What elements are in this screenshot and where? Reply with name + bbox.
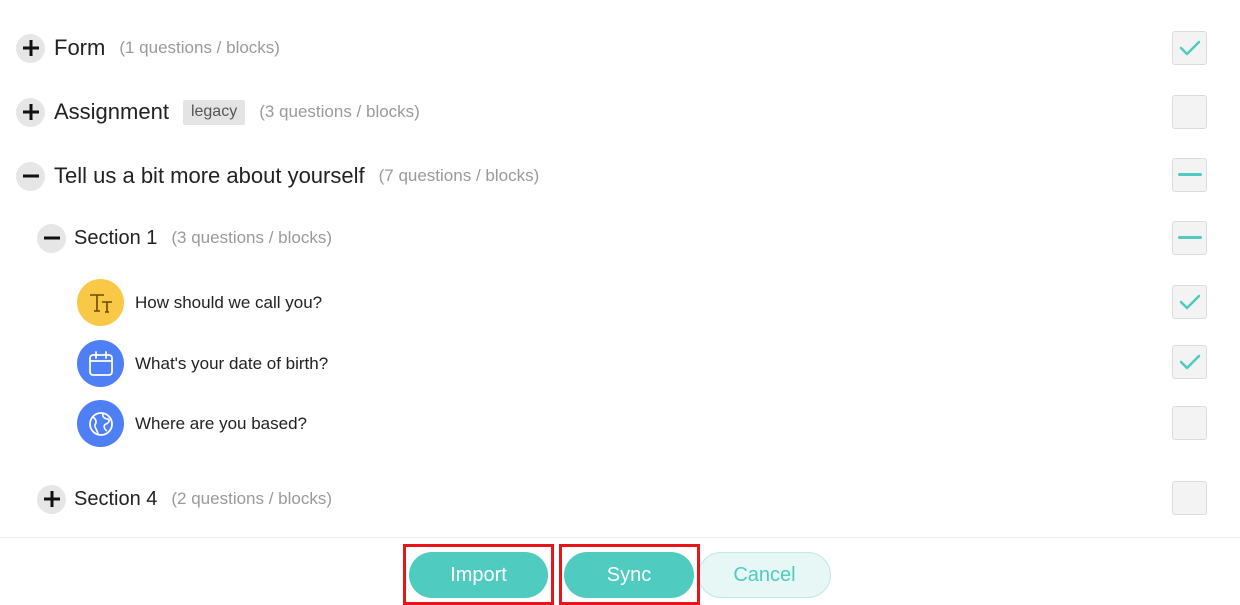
minus-icon [43,236,60,240]
highlight-box-sync [559,544,700,605]
question-row: What's your date of birth? [77,340,1240,387]
question-row: Where are you based? [77,400,1240,447]
checkbox-form[interactable] [1172,31,1207,65]
text-type-icon [77,279,124,326]
question-text: Where are you based? [135,413,307,433]
question-count: (7 questions / blocks) [378,166,540,185]
minus-icon [22,174,39,178]
section-title: Section 4 [74,487,158,510]
expand-toggle-section-4[interactable] [37,484,66,514]
checkbox-section-1[interactable] [1172,221,1207,255]
dialog-footer: Import Sync Cancel [0,537,1240,605]
legacy-badge: legacy [182,99,246,125]
checkbox-question-2[interactable] [1172,345,1207,379]
checkbox-question-3[interactable] [1172,406,1207,440]
checkbox-about[interactable] [1172,158,1207,192]
section-row-4: Section 4 (2 questions / blocks) [37,484,1240,514]
plus-icon [43,491,60,507]
question-count: (3 questions / blocks) [259,102,420,121]
question-text: What's your date of birth? [135,353,329,373]
checkbox-assignment[interactable] [1172,95,1207,129]
plus-icon [22,40,39,56]
partial-check-icon [1177,236,1202,239]
highlight-box-import [403,544,554,605]
check-icon [1179,354,1200,370]
expand-toggle-form[interactable] [16,33,45,63]
block-row-about: Tell us a bit more about yourself (7 que… [16,160,1240,192]
checkbox-section-4[interactable] [1172,481,1207,515]
cancel-button[interactable]: Cancel [698,552,831,598]
block-row-form: Form (1 questions / blocks) [16,32,1240,64]
question-count: (1 questions / blocks) [119,38,280,57]
collapse-toggle-about[interactable] [16,161,45,191]
partial-check-icon [1177,173,1202,176]
question-text: How should we call you? [135,292,323,312]
block-title: Assignment [54,99,169,124]
question-count: (3 questions / blocks) [171,228,333,247]
plus-icon [22,104,39,120]
question-row: How should we call you? [77,279,1240,326]
globe-icon [77,400,124,447]
checkbox-question-1[interactable] [1172,285,1207,319]
block-title: Form [54,35,106,60]
section-title: Section 1 [74,226,158,249]
expand-toggle-assignment[interactable] [16,97,45,127]
collapse-toggle-section-1[interactable] [37,223,66,253]
section-row-1: Section 1 (3 questions / blocks) [37,223,1240,253]
question-count: (2 questions / blocks) [171,489,333,508]
check-icon [1179,294,1200,310]
block-row-assignment: Assignment legacy (3 questions / blocks) [16,96,1240,128]
block-title: Tell us a bit more about yourself [54,163,365,188]
check-icon [1179,40,1200,56]
calendar-icon [77,340,124,387]
